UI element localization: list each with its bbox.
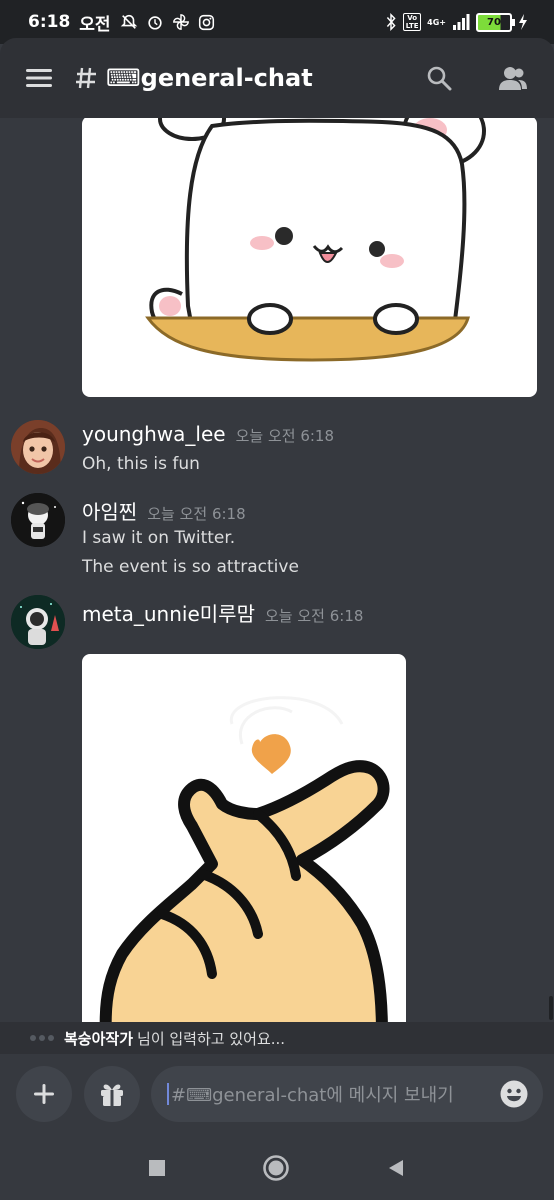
typing-user: 복숭아작가 bbox=[64, 1029, 134, 1048]
battery-level: 70 bbox=[487, 16, 501, 28]
avatar[interactable] bbox=[11, 595, 65, 649]
system-navigation-bar bbox=[0, 1136, 554, 1200]
plus-icon bbox=[34, 1084, 54, 1104]
message-text: I saw it on Twitter. bbox=[82, 528, 236, 548]
channel-header: ⌨general-chat bbox=[0, 38, 554, 118]
notifications-off-icon bbox=[120, 14, 137, 29]
typing-text: 님이 입력하고 있어요... bbox=[137, 1029, 286, 1048]
back-button-icon[interactable] bbox=[386, 1158, 406, 1178]
timestamp: 오늘 오전 6:18 bbox=[264, 607, 364, 625]
channel-name: ⌨general-chat bbox=[106, 64, 313, 92]
pinwheel-icon bbox=[172, 14, 189, 30]
instagram-icon bbox=[198, 14, 214, 30]
bunny-sticker-image[interactable] bbox=[82, 118, 537, 397]
emoji-icon[interactable] bbox=[499, 1079, 529, 1109]
members-icon[interactable] bbox=[498, 65, 528, 91]
alarm-icon bbox=[147, 16, 162, 30]
signal-icon bbox=[453, 14, 470, 30]
charging-icon bbox=[519, 14, 527, 30]
username[interactable]: younghwa_lee bbox=[82, 422, 226, 446]
status-time: 6:18 bbox=[28, 12, 71, 32]
add-attachment-button[interactable] bbox=[16, 1066, 72, 1122]
gift-icon bbox=[101, 1084, 123, 1106]
channel-title[interactable]: ⌨general-chat bbox=[74, 64, 313, 92]
menu-icon[interactable] bbox=[24, 66, 54, 90]
scrollbar-thumb[interactable] bbox=[549, 996, 553, 1020]
gift-button[interactable] bbox=[84, 1066, 140, 1122]
message-list[interactable]: younghwa_lee 오늘 오전 6:18 Oh, this is fun … bbox=[0, 118, 554, 1022]
message-item: meta_unnie미루맘 오늘 오전 6:18 bbox=[0, 594, 554, 654]
text-cursor bbox=[167, 1083, 169, 1105]
search-icon[interactable] bbox=[426, 65, 452, 91]
home-button-icon[interactable] bbox=[262, 1154, 290, 1182]
username[interactable]: meta_unnie미루맘 bbox=[82, 598, 255, 627]
typing-dots-icon bbox=[30, 1035, 54, 1041]
message-item: 아임찐 오늘 오전 6:18 I saw it on Twitter. The … bbox=[0, 492, 554, 582]
typing-indicator: 복숭아작가 님이 입력하고 있어요... bbox=[0, 1022, 554, 1054]
bluetooth-icon bbox=[387, 13, 396, 31]
username[interactable]: 아임찐 bbox=[82, 496, 137, 525]
avatar[interactable] bbox=[11, 420, 65, 474]
network-label: 4G+ bbox=[427, 17, 446, 27]
avatar[interactable] bbox=[11, 493, 65, 547]
hash-icon bbox=[76, 67, 96, 89]
message-text: Oh, this is fun bbox=[82, 454, 200, 474]
message-composer: #⌨general-chat에 메시지 보내기 bbox=[0, 1054, 554, 1136]
message-item: younghwa_lee 오늘 오전 6:18 Oh, this is fun bbox=[0, 418, 554, 478]
message-input-placeholder: #⌨general-chat에 메시지 보내기 bbox=[171, 1085, 454, 1106]
timestamp: 오늘 오전 6:18 bbox=[147, 505, 246, 523]
message-input[interactable]: #⌨general-chat에 메시지 보내기 bbox=[151, 1066, 543, 1122]
status-ampm: 오전 bbox=[79, 14, 111, 35]
recents-button-icon[interactable] bbox=[148, 1159, 166, 1177]
timestamp: 오늘 오전 6:18 bbox=[235, 427, 334, 445]
volte-icon: Vo LTE bbox=[403, 13, 422, 31]
battery-icon: 70 bbox=[476, 12, 515, 32]
finger-heart-sticker-image[interactable] bbox=[82, 654, 406, 1022]
message-text: The event is so attractive bbox=[82, 557, 299, 577]
